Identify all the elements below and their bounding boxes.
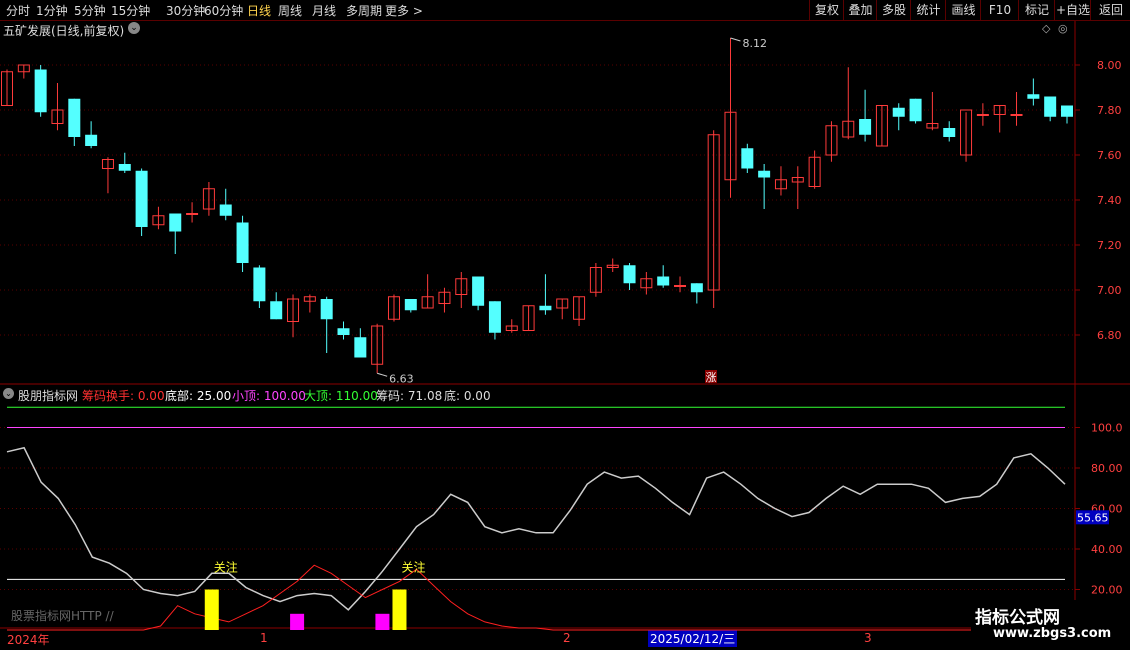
candle-body-up [186, 213, 199, 215]
ind-bar [290, 613, 305, 630]
candle-body-down [657, 276, 670, 286]
candle-body-up [674, 285, 687, 287]
candle-body-down [118, 164, 131, 171]
candle-body-down [909, 98, 922, 122]
ind-bar [375, 613, 390, 630]
candle-body-up [1010, 114, 1023, 116]
candle-body-down [169, 213, 182, 232]
current-value-label: 55.65 [1077, 511, 1109, 524]
ind-bar [392, 589, 407, 630]
zhang-badge-label: 涨 [706, 371, 717, 384]
price-tick-label: 7.00 [1097, 284, 1122, 297]
high-marker [730, 37, 741, 42]
candle-body-down [539, 305, 552, 311]
candle-body-down [270, 301, 283, 320]
candle-body-down [219, 204, 232, 216]
candle-body-down [1044, 96, 1057, 117]
candle-body-down [758, 170, 771, 178]
ind-series-1 [7, 564, 1065, 631]
candle-body-down [85, 134, 98, 146]
price-tick-label: 7.80 [1097, 104, 1122, 117]
ind-tick-label: 100.0 [1091, 422, 1123, 435]
low-label: 6.63 [389, 372, 414, 385]
candle-body-down [1061, 105, 1073, 117]
price-tick-label: 6.80 [1097, 329, 1122, 342]
watermark-url: www.zbgs3.com [993, 626, 1112, 641]
ind-series-0 [6, 446, 1066, 611]
candle-body-down [135, 170, 148, 227]
candle-body-down [1027, 94, 1040, 99]
price-tick-label: 8.00 [1097, 59, 1122, 72]
candle-body-down [404, 299, 417, 311]
watermark-main: 指标公式网 [975, 608, 1060, 628]
low-marker [377, 372, 388, 377]
high-label: 8.12 [742, 37, 767, 50]
candle-body-down [68, 98, 81, 137]
guanzhu-label: 关注 [401, 559, 425, 574]
candle-body-down [236, 222, 249, 263]
ind-tick-label: 20.00 [1091, 584, 1123, 597]
price-tick-label: 7.40 [1097, 194, 1122, 207]
price-tick-label: 7.20 [1097, 239, 1122, 252]
candle-body-down [690, 283, 703, 293]
price-tick-label: 7.60 [1097, 149, 1122, 162]
candle-body-down [34, 69, 47, 113]
candle-body-down [741, 148, 754, 169]
candle-body-down [943, 128, 956, 137]
candle-body-down [488, 301, 501, 333]
chart-canvas: 8.00 7.80 7.60 7.40 7.20 7.00 6.80 8.12 6.63 涨 100… [0, 21, 1130, 631]
candle-body-down [472, 276, 485, 306]
candle-body-down [892, 107, 905, 117]
ind-bar [204, 589, 219, 630]
candle-body-down [320, 299, 333, 320]
ind-tick-label: 80.00 [1091, 462, 1123, 475]
candle-body-down [859, 119, 872, 135]
guanzhu-label: 关注 [214, 559, 238, 574]
candle-body-down [354, 337, 367, 358]
ind-tick-label: 40.00 [1091, 543, 1123, 556]
candle-body-up [976, 114, 989, 116]
candle-body-down [253, 267, 266, 302]
candle-body-down [623, 265, 636, 284]
candle-body-down [337, 328, 350, 335]
